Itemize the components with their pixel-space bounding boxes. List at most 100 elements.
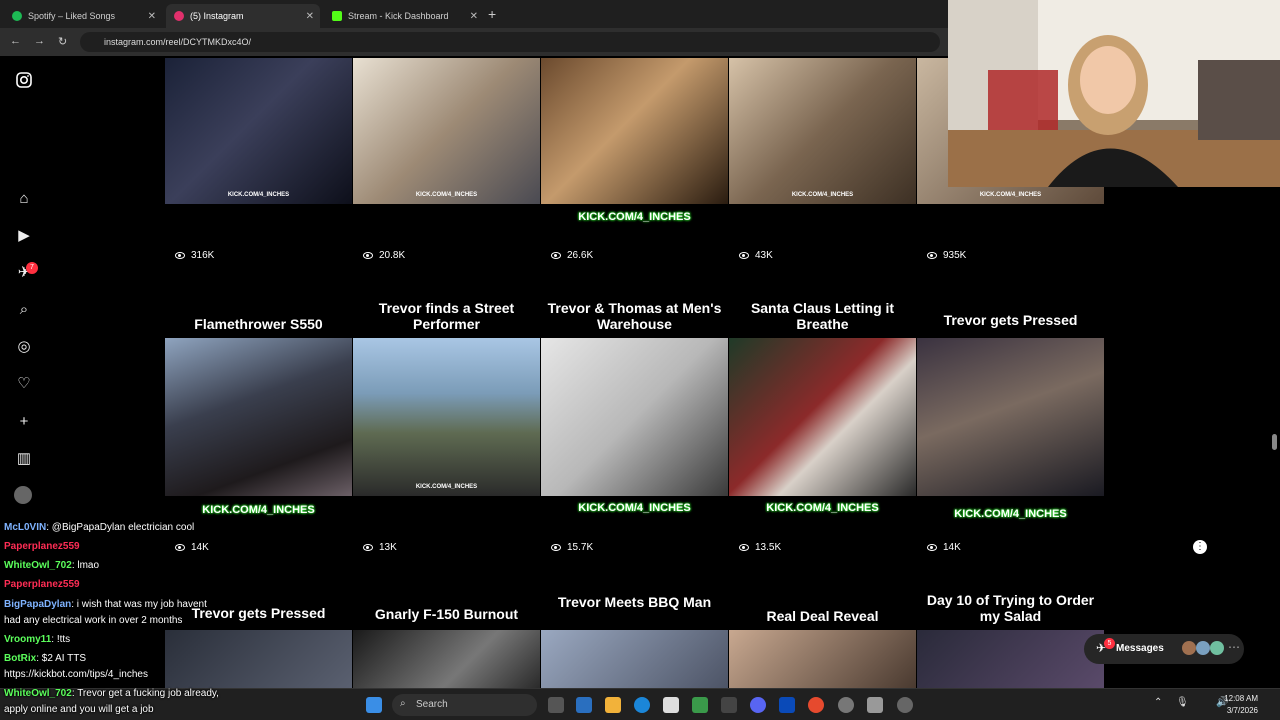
reel-card[interactable]: Day 10 of Trying to Order my Salad xyxy=(917,566,1104,688)
app-icon[interactable] xyxy=(779,697,795,713)
reload-icon[interactable]: ↻ xyxy=(58,35,67,48)
close-tab-icon[interactable]: ✕ xyxy=(470,11,478,22)
reel-card[interactable]: Flamethrower S550 KICK.COM/4_INCHES 14K xyxy=(165,272,352,562)
reel-card[interactable]: Trevor finds a Street Performer KICK.COM… xyxy=(353,272,540,562)
views-label: 26.6K xyxy=(567,250,594,261)
task-view-icon[interactable] xyxy=(548,697,564,713)
url-field[interactable]: instagram.com/reel/DCYTMKDxc4O/ xyxy=(80,32,940,52)
discord-icon[interactable] xyxy=(750,697,766,713)
search-icon[interactable]: ⌕ xyxy=(14,300,34,320)
kick-overlay-text: KICK.COM/4_INCHES xyxy=(954,508,1067,520)
reel-card[interactable]: KICK.COM/4_INCHES 43K xyxy=(729,58,916,270)
reel-card[interactable]: KICK.COM/4_INCHES 20.8K xyxy=(353,58,540,270)
reel-card[interactable]: Real Deal Reveal xyxy=(729,566,916,688)
create-icon[interactable]: + xyxy=(14,412,34,432)
windows-start-icon[interactable] xyxy=(366,697,382,713)
reel-thumbnail[interactable]: KICK.COM/4_INCHES xyxy=(353,338,540,496)
reel-thumbnail[interactable] xyxy=(165,338,352,496)
view-count: 14K xyxy=(927,542,961,553)
reel-thumbnail[interactable]: KICK.COM/4_INCHES xyxy=(165,58,352,204)
home-icon[interactable]: ⌂ xyxy=(14,189,34,209)
reel-card[interactable]: Trevor Meets BBQ Man xyxy=(541,566,728,688)
reel-thumbnail[interactable] xyxy=(917,338,1104,496)
reel-card[interactable]: KICK.COM/4_INCHES 316K xyxy=(165,58,352,270)
reel-card[interactable]: Santa Claus Letting it Breathe KICK.COM/… xyxy=(729,272,916,562)
more-options-icon[interactable]: ⋮ xyxy=(1193,540,1207,554)
chat-message: BotRix: $2 AI TTS xyxy=(4,653,86,664)
reel-thumbnail[interactable] xyxy=(917,630,1104,688)
chat-text: : lmao xyxy=(71,560,100,571)
new-tab-icon[interactable]: + xyxy=(488,6,496,22)
chat-message: Paperplanez559 xyxy=(4,579,80,590)
reel-thumbnail[interactable] xyxy=(541,338,728,496)
reels-icon[interactable]: ▶ xyxy=(14,226,34,246)
chat-username[interactable]: Paperplanez559 xyxy=(4,579,80,590)
terminal-icon[interactable] xyxy=(721,697,737,713)
app-icon[interactable] xyxy=(867,697,883,713)
reel-thumbnail[interactable] xyxy=(729,630,916,688)
dashboard-icon[interactable]: ▥ xyxy=(14,449,34,469)
kick-overlay-text: KICK.COM/4_INCHES xyxy=(202,504,315,516)
taskbar-search[interactable]: ⌕ Search xyxy=(392,694,537,716)
webcam-image xyxy=(948,0,1280,187)
reel-card[interactable]: KICK.COM/4_INCHES 26.6K xyxy=(541,58,728,270)
messages-button[interactable]: ✈ 5 Messages ⋯ xyxy=(1084,634,1244,664)
reel-thumbnail[interactable]: KICK.COM/4_INCHES xyxy=(729,58,916,204)
views-label: 13.5K xyxy=(755,542,782,553)
back-icon[interactable]: ← xyxy=(10,35,21,47)
tab-label: Stream - Kick Dashboard xyxy=(348,11,449,21)
tab-kick[interactable]: Stream - Kick Dashboard ✕ xyxy=(324,4,484,28)
explore-icon[interactable]: ◎ xyxy=(14,337,34,357)
stream-chat-overlay: McL0VIN: @BigPapaDylan electrician cool … xyxy=(0,520,270,688)
mic-icon[interactable]: 🎙 xyxy=(1176,697,1189,708)
chrome-icon[interactable] xyxy=(808,697,824,713)
store-icon[interactable] xyxy=(692,697,708,713)
forward-icon[interactable]: → xyxy=(34,35,45,47)
tab-spotify[interactable]: Spotify – Liked Songs ✕ xyxy=(4,4,162,28)
chat-username[interactable]: McL0VIN xyxy=(4,522,46,533)
chat-username[interactable]: BigPapaDylan xyxy=(4,599,71,610)
instagram-logo-icon[interactable] xyxy=(14,72,34,92)
chat-message: apply online and you will get a job xyxy=(4,704,154,715)
avatar xyxy=(1182,641,1196,655)
obs-icon[interactable] xyxy=(838,697,854,713)
file-explorer-icon[interactable] xyxy=(605,697,621,713)
close-tab-icon[interactable]: ✕ xyxy=(306,11,314,22)
view-count: 13K xyxy=(363,542,397,553)
tab-label: (5) Instagram xyxy=(190,11,244,21)
tray-chevron-icon[interactable]: ⌃ xyxy=(1154,697,1162,708)
kick-overlay-text: KICK.COM/4_INCHES xyxy=(578,211,691,223)
reel-card[interactable]: Trevor & Thomas at Men's Warehouse KICK.… xyxy=(541,272,728,562)
reel-thumbnail[interactable] xyxy=(541,630,728,688)
avatar xyxy=(1196,641,1210,655)
edge-icon[interactable] xyxy=(634,697,650,713)
reel-card[interactable]: Gnarly F-150 Burnout xyxy=(353,566,540,688)
chat-username[interactable]: WhiteOwl_702 xyxy=(4,688,72,699)
reel-title: Trevor gets Pressed xyxy=(943,312,1078,328)
reel-title: Day 10 of Trying to Order my Salad xyxy=(926,592,1095,624)
close-tab-icon[interactable]: ✕ xyxy=(148,11,156,22)
heart-icon[interactable]: ♡ xyxy=(14,374,34,394)
tab-instagram[interactable]: (5) Instagram ✕ xyxy=(166,4,320,28)
widgets-icon[interactable] xyxy=(576,697,592,713)
reel-thumbnail[interactable] xyxy=(729,338,916,496)
reel-card[interactable]: Trevor gets Pressed KICK.COM/4_INCHES 14… xyxy=(917,272,1104,562)
reel-thumbnail[interactable]: KICK.COM/4_INCHES xyxy=(353,58,540,204)
chat-message: BigPapaDylan: i wish that was my job hav… xyxy=(4,599,207,610)
chat-username[interactable]: BotRix xyxy=(4,653,36,664)
notification-badge: 7 xyxy=(26,262,38,274)
reel-thumbnail[interactable] xyxy=(353,630,540,688)
notepad-icon[interactable] xyxy=(663,697,679,713)
chat-text: https://kickbot.com/tips/4_inches xyxy=(4,669,148,680)
chat-username[interactable]: WhiteOwl_702 xyxy=(4,560,72,571)
reel-thumbnail[interactable] xyxy=(541,58,728,204)
webcam-overlay xyxy=(948,0,1280,187)
chat-username[interactable]: Vroomy11 xyxy=(4,634,51,645)
clock[interactable]: 12:08 AM 3/7/2026 xyxy=(1224,693,1258,717)
avatar[interactable] xyxy=(14,486,32,504)
eye-icon xyxy=(551,544,561,551)
chat-username[interactable]: Paperplanez559 xyxy=(4,541,80,552)
messages-label: Messages xyxy=(1116,643,1164,654)
settings-icon[interactable] xyxy=(897,697,913,713)
page-scrollbar[interactable] xyxy=(1272,434,1277,450)
